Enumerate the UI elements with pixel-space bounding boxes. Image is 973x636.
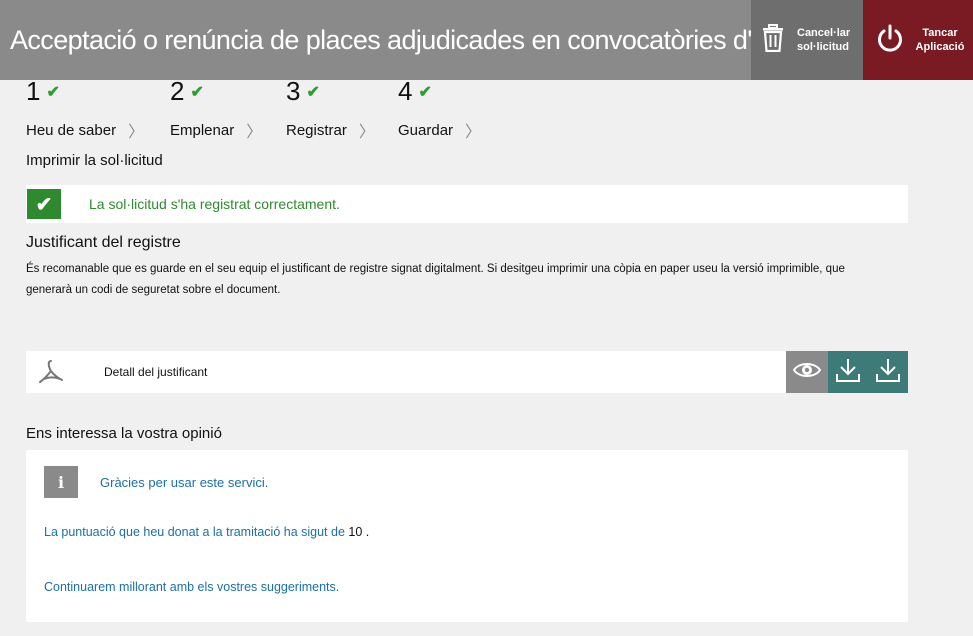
step-3-number: 3 ✔ [286,76,320,107]
print-heading: Imprimir la sol·licitud [26,152,163,169]
chevron-right-icon: 〉 [465,124,482,141]
close-label-line1: Tancar [922,27,958,39]
justificant-title: Justificant del registre [26,234,181,251]
trash-icon [761,23,785,57]
chevron-right-icon: 〉 [246,124,263,141]
info-row: i Gràcies per usar este servici. [44,466,268,498]
justificant-description: És recomanable que es guarde en el seu e… [26,263,845,296]
chevron-right-icon: 〉 [358,124,375,141]
document-row: Detall del justificant [26,351,908,393]
success-message: La sol·licitud s'ha registrat correctame… [89,196,340,212]
step-label: Guardar [398,121,454,139]
eye-icon [792,361,822,384]
download-printable-button[interactable] [868,351,908,393]
step-number: 1 [26,76,41,106]
score-suffix: . [365,525,370,539]
step-1-label[interactable]: Heu de saber 〉 [26,118,144,142]
view-document-button[interactable] [786,351,828,393]
step-number: 4 [398,76,413,106]
score-value: 10 [348,525,363,539]
step-number: 2 [170,76,185,106]
step-2-number: 2 ✔ [170,76,204,107]
step-label: Registrar [286,121,347,139]
download-icon [835,357,861,388]
cancel-request-button[interactable]: Cancel·lar sol·licitud [751,0,863,80]
score-message: La puntuació que heu donat a la tramitac… [44,525,369,539]
check-icon: ✔ [190,83,204,101]
document-label: Detall del justificant [104,365,208,379]
page-title: Acceptació o renúncia de places adjudica… [10,24,751,55]
opinion-title: Ens interessa la vostra opinió [26,425,222,442]
step-4-number: 4 ✔ [398,76,432,107]
pdf-icon [36,360,66,384]
step-label: Heu de saber [26,121,117,139]
check-icon: ✔ [27,189,61,219]
thanks-message: Gràcies per usar este servici. [100,474,269,490]
opinion-box: i Gràcies per usar este servici. La punt… [26,450,908,622]
step-1-number: 1 ✔ [26,76,60,107]
step-number: 3 [286,76,301,106]
chevron-right-icon: 〉 [128,124,145,141]
close-application-button[interactable]: Tancar Aplicació [863,0,973,80]
power-icon [875,23,905,58]
step-label: Emplenar [170,121,235,139]
check-icon: ✔ [46,83,60,101]
download-document-button[interactable] [828,351,868,393]
step-2-label[interactable]: Emplenar 〉 [170,118,262,142]
score-prefix: La puntuació que heu donat a la tramitac… [44,525,345,539]
close-label-line2: Aplicació [915,41,965,53]
info-icon: i [44,466,78,498]
check-icon: ✔ [418,83,432,101]
step-4-label[interactable]: Guardar 〉 [398,118,481,142]
step-3-label[interactable]: Registrar 〉 [286,118,375,142]
cancel-label-line1: Cancel·lar [797,27,851,39]
cancel-label-line2: sol·licitud [797,41,849,53]
continue-message: Continuarem millorant amb els vostres su… [44,580,340,594]
success-message-box: ✔ La sol·licitud s'ha registrat correcta… [26,185,908,223]
check-icon: ✔ [306,83,320,101]
app-header: Acceptació o renúncia de places adjudica… [0,0,973,80]
download-icon [875,357,901,388]
